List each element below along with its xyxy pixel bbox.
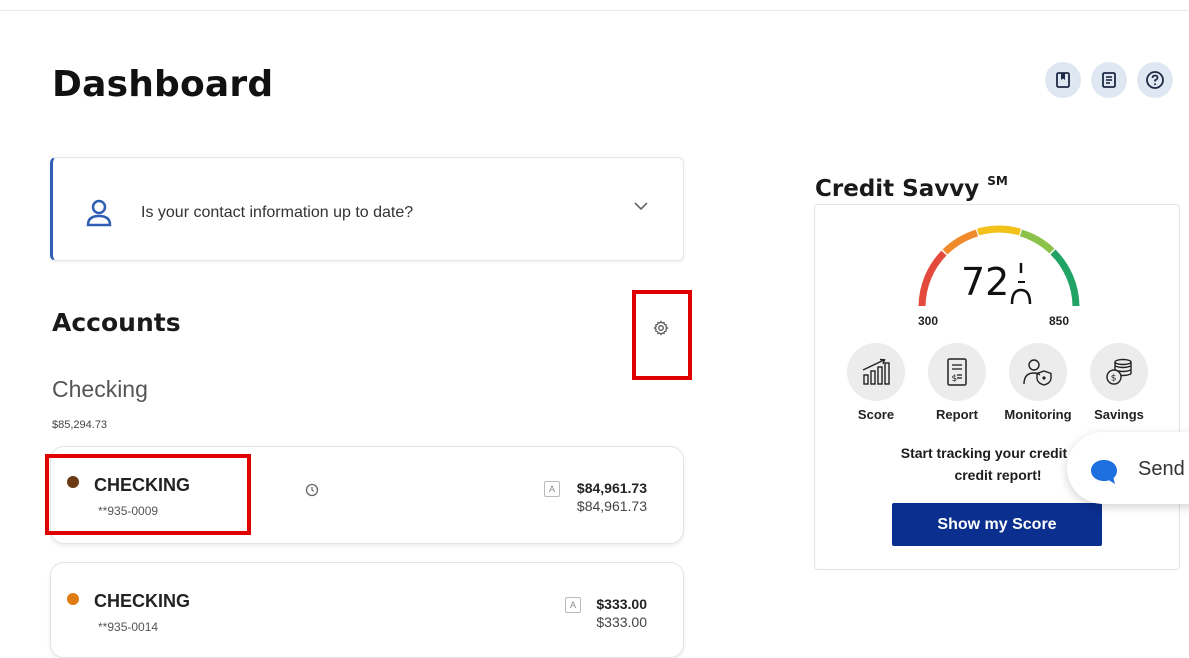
send-message-widget[interactable]: Send: [1067, 432, 1189, 504]
chevron-down-icon[interactable]: [633, 198, 649, 219]
account-card[interactable]: CHECKING **935-0009 A $84,961.73 $84,961…: [50, 446, 684, 544]
service-mark: SM: [987, 174, 1008, 188]
header-actions: [1045, 62, 1173, 98]
credit-savvy-title-text: Credit Savvy: [815, 176, 980, 202]
account-available-balance: $84,961.73: [576, 480, 647, 496]
feature-label: Report: [936, 407, 978, 422]
svg-text:$: $: [1111, 374, 1117, 384]
score-loading-glyph: [1010, 263, 1032, 304]
feature-score[interactable]: Score: [834, 343, 918, 422]
send-label: Send: [1138, 458, 1185, 480]
help-icon[interactable]: [1137, 62, 1173, 98]
feature-label: Savings: [1094, 407, 1144, 422]
svg-text:$: $: [952, 374, 958, 384]
account-card[interactable]: CHECKING **935-0014 A $333.00 $333.00: [50, 562, 684, 658]
document-icon[interactable]: [1091, 62, 1127, 98]
feature-label: Monitoring: [1004, 407, 1072, 422]
gear-icon[interactable]: [653, 320, 669, 341]
feature-report[interactable]: $ Report: [915, 343, 999, 422]
bookmark-icon[interactable]: [1045, 62, 1081, 98]
account-type-badge: A: [565, 597, 581, 613]
report-icon: $: [928, 343, 986, 401]
credit-score-value: 72: [961, 260, 1010, 304]
score-chart-icon: [847, 343, 905, 401]
accounts-title: Accounts: [52, 308, 181, 337]
top-divider: [0, 10, 1189, 11]
account-name: CHECKING: [94, 475, 191, 495]
page-title: Dashboard: [52, 64, 274, 105]
monitoring-icon: [1009, 343, 1067, 401]
person-icon: [85, 198, 113, 233]
account-group-total: $85,294.73: [52, 419, 108, 431]
account-number: **935-0009: [98, 504, 159, 518]
feature-label: Score: [857, 407, 895, 422]
account-current-balance: $333.00: [596, 614, 647, 630]
contact-info-prompt[interactable]: Is your contact information up to date?: [50, 157, 684, 261]
credit-savvy-title: Credit Savvy SM: [815, 174, 1008, 202]
chat-bubble-icon: [1089, 458, 1119, 491]
gauge-max-label: 850: [1049, 314, 1070, 328]
contact-prompt-text: Is your contact information up to date?: [141, 204, 414, 221]
feature-monitoring[interactable]: Monitoring: [996, 343, 1080, 422]
feature-savings[interactable]: $ Savings: [1077, 343, 1161, 422]
clock-icon: [305, 483, 319, 502]
account-name: CHECKING: [94, 591, 191, 611]
account-type-badge: A: [544, 481, 560, 497]
account-available-balance: $333.00: [596, 596, 647, 612]
gauge-min-label: 300: [918, 314, 939, 328]
savings-icon: $: [1090, 343, 1148, 401]
account-current-balance: $84,961.73: [576, 498, 647, 514]
account-number: **935-0014: [98, 620, 159, 634]
account-group-label: Checking: [52, 376, 148, 402]
account-color-dot: [67, 593, 79, 605]
account-color-dot: [67, 476, 79, 488]
show-my-score-button[interactable]: Show my Score: [892, 503, 1102, 546]
